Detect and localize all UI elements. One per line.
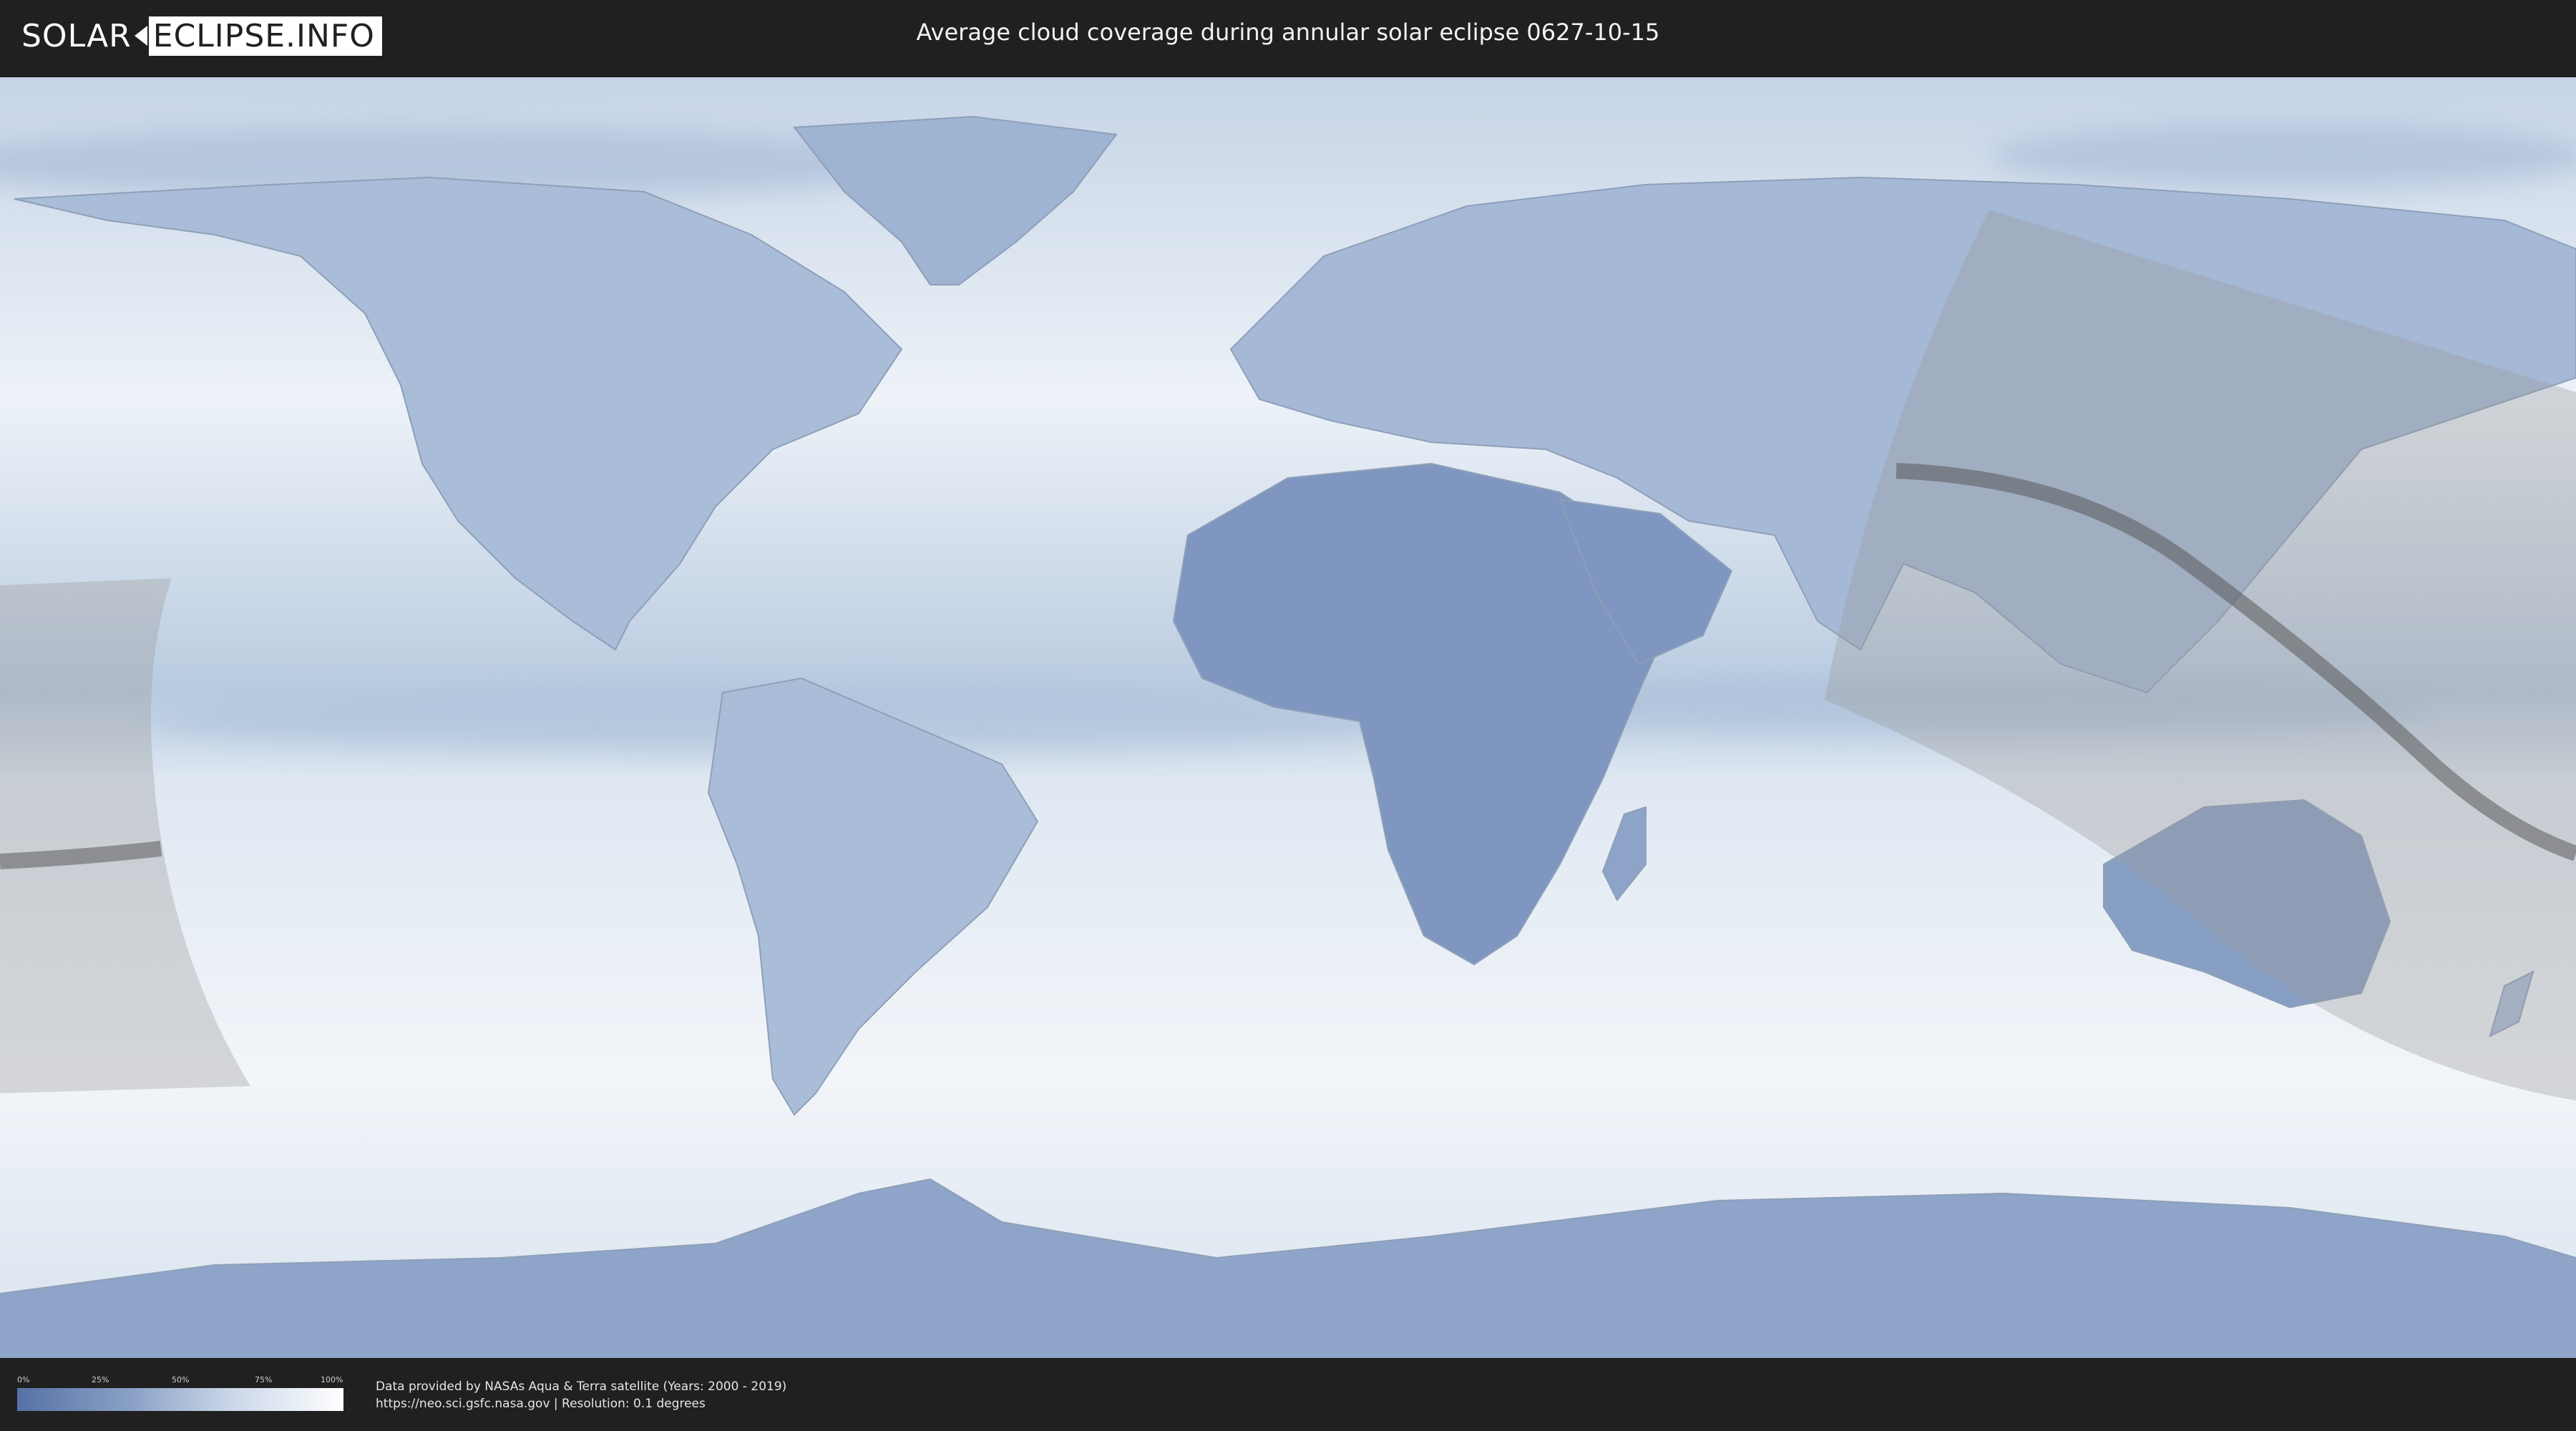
header-bar: SOLAR ECLIPSE.INFO Average cloud coverag… bbox=[0, 0, 2576, 72]
legend-tick-100: 100% bbox=[321, 1375, 343, 1384]
page-title: Average cloud coverage during annular so… bbox=[916, 19, 1660, 46]
credits-url-line[interactable]: https://neo.sci.gsfc.nasa.gov | Resoluti… bbox=[376, 1395, 786, 1412]
cloud-coverage-map bbox=[0, 77, 2576, 1358]
legend-tick-25: 25% bbox=[92, 1375, 109, 1384]
credits-source-line: Data provided by NASAs Aqua & Terra sate… bbox=[376, 1379, 787, 1394]
cloud-coverage-legend: 0% 25% 50% 75% 100% bbox=[17, 1375, 343, 1415]
legend-tick-0: 0% bbox=[17, 1375, 30, 1384]
data-credits: Data provided by NASAs Aqua & Terra sate… bbox=[376, 1378, 786, 1412]
legend-tick-50: 50% bbox=[172, 1375, 190, 1384]
legend-tick-75: 75% bbox=[255, 1375, 273, 1384]
legend-gradient-bar bbox=[17, 1388, 343, 1411]
